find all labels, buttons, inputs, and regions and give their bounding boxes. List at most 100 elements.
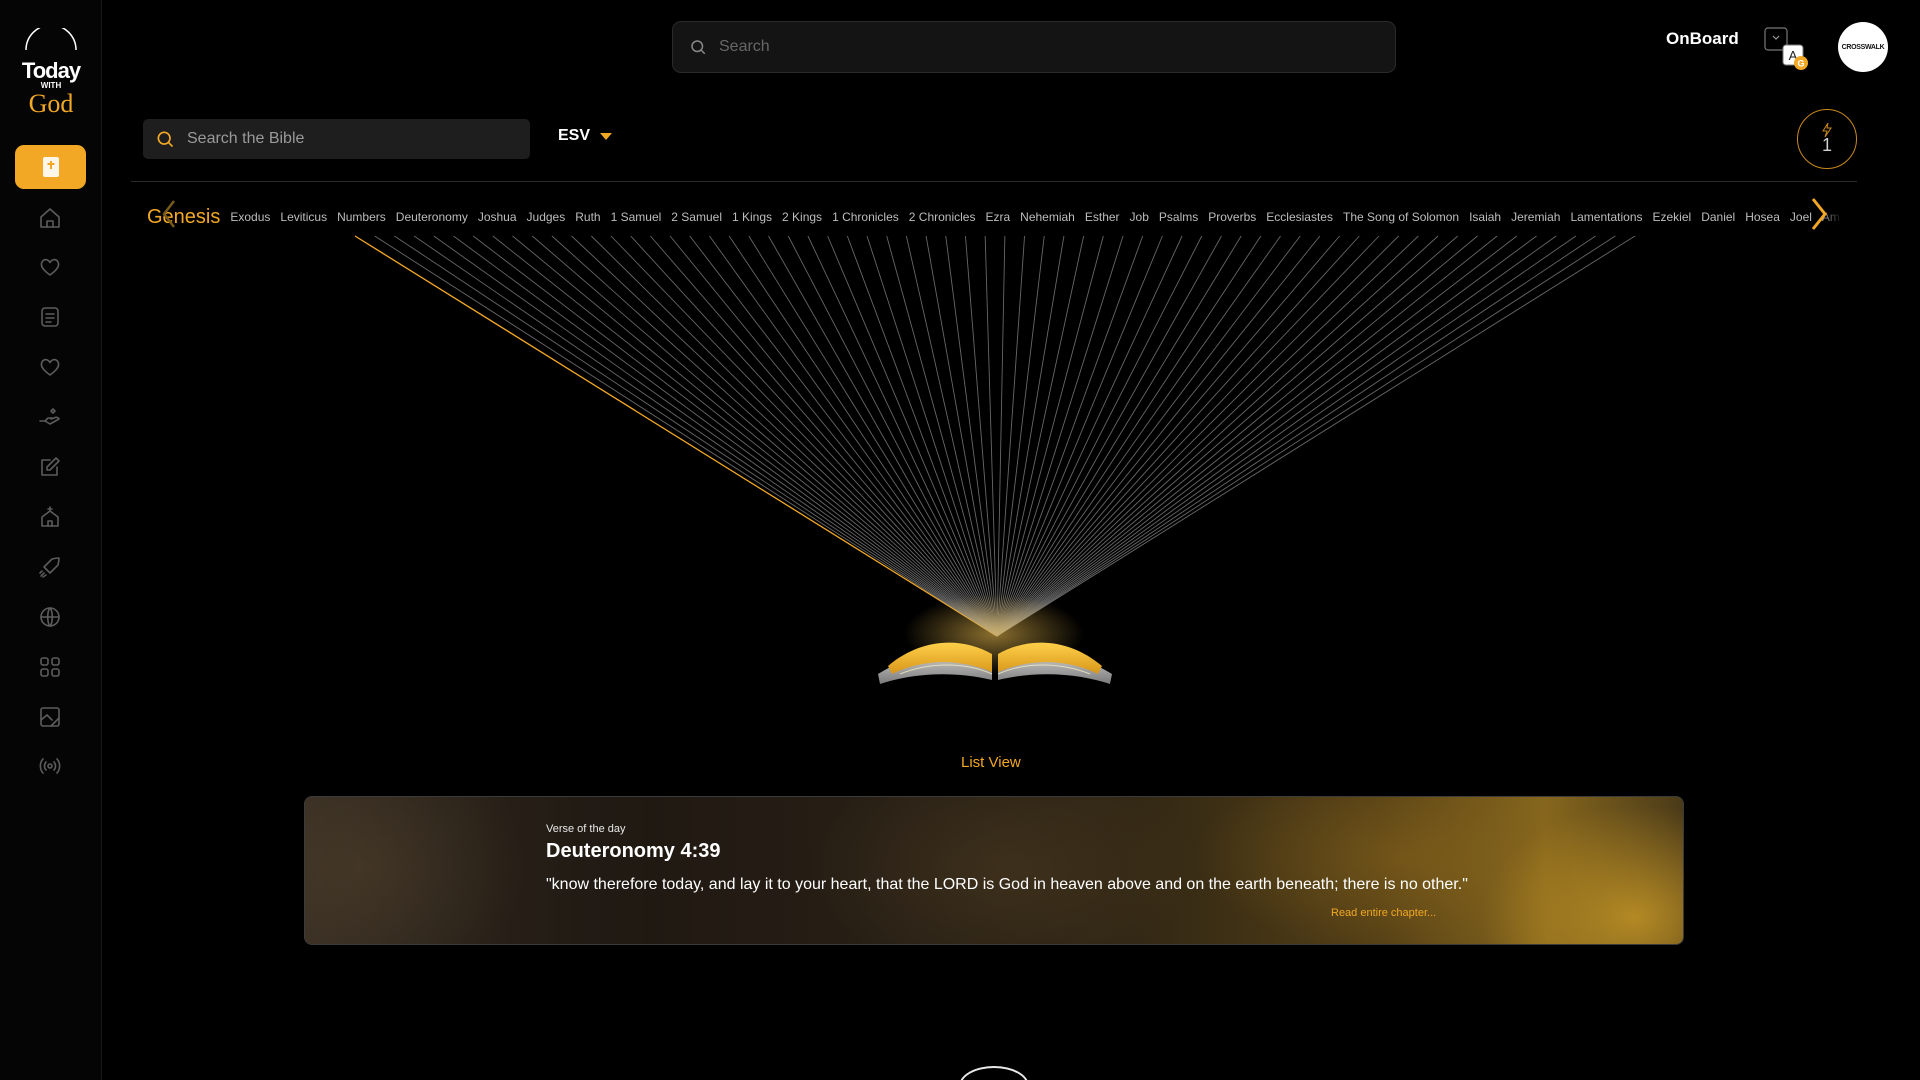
book-tab[interactable]: Ruth (575, 210, 600, 224)
sidebar-item-world[interactable] (36, 603, 64, 631)
book-tab[interactable]: Job (1130, 210, 1149, 224)
book-ray[interactable] (413, 235, 998, 637)
book-ray[interactable] (996, 235, 1085, 637)
sidebar-item-church[interactable] (36, 503, 64, 531)
sidebar-item-give[interactable] (36, 403, 64, 431)
sidebar-item-gallery[interactable] (36, 703, 64, 731)
book-ray[interactable] (787, 235, 998, 637)
book-tab[interactable]: Exodus (230, 210, 270, 224)
book-ray[interactable] (996, 235, 1144, 637)
translate-button[interactable]: A G (1764, 27, 1808, 71)
bible-book-fan[interactable] (340, 234, 1660, 694)
book-ray[interactable] (905, 235, 998, 637)
version-select[interactable]: ESV (558, 127, 613, 145)
book-ray[interactable] (846, 235, 998, 637)
book-ray[interactable] (965, 235, 998, 637)
sidebar-item-broadcast[interactable] (36, 752, 64, 780)
global-search[interactable] (672, 21, 1396, 73)
book-ray[interactable] (571, 235, 998, 637)
sidebar-item-favorites[interactable] (36, 253, 64, 281)
book-tab[interactable]: Ezra (985, 210, 1010, 224)
book-tab[interactable]: Leviticus (280, 210, 327, 224)
book-ray[interactable] (996, 235, 1498, 637)
book-tab[interactable]: The Song of Solomon (1343, 210, 1459, 224)
avatar[interactable]: CROSSWALK (1838, 22, 1888, 72)
book-tab[interactable]: Lamentations (1570, 210, 1642, 224)
book-ray[interactable] (551, 235, 998, 637)
book-ray[interactable] (984, 235, 998, 637)
book-ray[interactable] (354, 235, 998, 637)
book-tab[interactable]: Deuteronomy (396, 210, 468, 224)
sidebar-item-mission[interactable] (36, 553, 64, 581)
book-ray[interactable] (996, 235, 1301, 637)
book-tab[interactable]: Nehemiah (1020, 210, 1075, 224)
book-tab[interactable]: 1 Chronicles (832, 210, 899, 224)
book-tab[interactable]: Joshua (478, 210, 517, 224)
book-ray[interactable] (768, 235, 998, 637)
book-tab[interactable]: 2 Samuel (671, 210, 722, 224)
book-ray[interactable] (996, 235, 1281, 637)
book-ray[interactable] (472, 235, 998, 637)
bible-search[interactable] (143, 119, 530, 159)
book-ray[interactable] (996, 235, 1321, 637)
book-ray[interactable] (996, 235, 1518, 637)
book-ray[interactable] (728, 235, 998, 637)
book-ray[interactable] (590, 235, 998, 637)
sidebar-item-journal[interactable] (36, 453, 64, 481)
app-logo[interactable]: Today WITH God (20, 24, 83, 118)
book-ray[interactable] (996, 235, 1596, 637)
book-tab[interactable]: Numbers (337, 210, 386, 224)
sidebar-item-prayers[interactable] (36, 353, 64, 381)
book-tab[interactable]: Hosea (1745, 210, 1780, 224)
book-tab[interactable]: Jeremiah (1511, 210, 1560, 224)
onboard-link[interactable]: OnBoard (1666, 29, 1739, 49)
book-ray[interactable] (996, 235, 1340, 637)
book-tab[interactable]: 2 Chronicles (909, 210, 976, 224)
floating-action-button[interactable] (959, 1066, 1029, 1080)
book-tab[interactable]: 1 Samuel (611, 210, 662, 224)
scroll-right-button[interactable] (1808, 196, 1830, 232)
book-ray[interactable] (512, 235, 998, 637)
sidebar-item-apps[interactable] (36, 653, 64, 681)
book-ray[interactable] (996, 235, 1163, 637)
global-search-input[interactable] (719, 38, 1319, 56)
book-ray[interactable] (669, 235, 998, 637)
book-ray[interactable] (996, 235, 1557, 637)
book-ray[interactable] (996, 235, 1537, 637)
book-ray[interactable] (996, 235, 1577, 637)
book-ray[interactable] (807, 235, 998, 637)
read-chapter-link[interactable]: Read entire chapter... (1331, 907, 1436, 919)
book-tab[interactable]: Psalms (1159, 210, 1198, 224)
bible-search-input[interactable] (187, 130, 507, 148)
book-tab[interactable]: Proverbs (1208, 210, 1256, 224)
book-tab[interactable]: 1 Kings (732, 210, 772, 224)
book-ray[interactable] (531, 235, 998, 637)
book-ray[interactable] (689, 235, 998, 637)
book-tab[interactable]: Esther (1085, 210, 1120, 224)
scroll-left-button[interactable] (158, 197, 180, 231)
book-ray[interactable] (996, 235, 1262, 637)
book-ray[interactable] (748, 235, 998, 637)
list-view-button[interactable]: List View (961, 754, 1021, 771)
book-ray[interactable] (610, 235, 998, 637)
book-ray[interactable] (996, 235, 1459, 637)
book-ray[interactable] (996, 235, 1360, 637)
book-ray[interactable] (866, 235, 998, 637)
book-ray[interactable] (492, 235, 998, 637)
open-bible-icon[interactable] (878, 594, 1112, 684)
streak-counter[interactable]: 1 (1797, 109, 1857, 169)
book-ray[interactable] (996, 235, 1400, 637)
book-ray[interactable] (996, 235, 1478, 637)
book-tab[interactable]: Ecclesiastes (1266, 210, 1333, 224)
book-ray[interactable] (996, 235, 1439, 637)
book-tab[interactable]: Daniel (1701, 210, 1735, 224)
book-tab[interactable]: Judges (527, 210, 566, 224)
sidebar-item-notes[interactable] (36, 303, 64, 331)
book-ray[interactable] (996, 235, 1203, 637)
sidebar-item-bible[interactable] (15, 145, 86, 189)
sidebar-item-home[interactable] (36, 204, 64, 232)
book-ray[interactable] (650, 235, 998, 637)
book-tab[interactable]: Isaiah (1469, 210, 1501, 224)
book-tab[interactable]: 2 Kings (782, 210, 822, 224)
book-tab[interactable]: Ezekiel (1653, 210, 1692, 224)
